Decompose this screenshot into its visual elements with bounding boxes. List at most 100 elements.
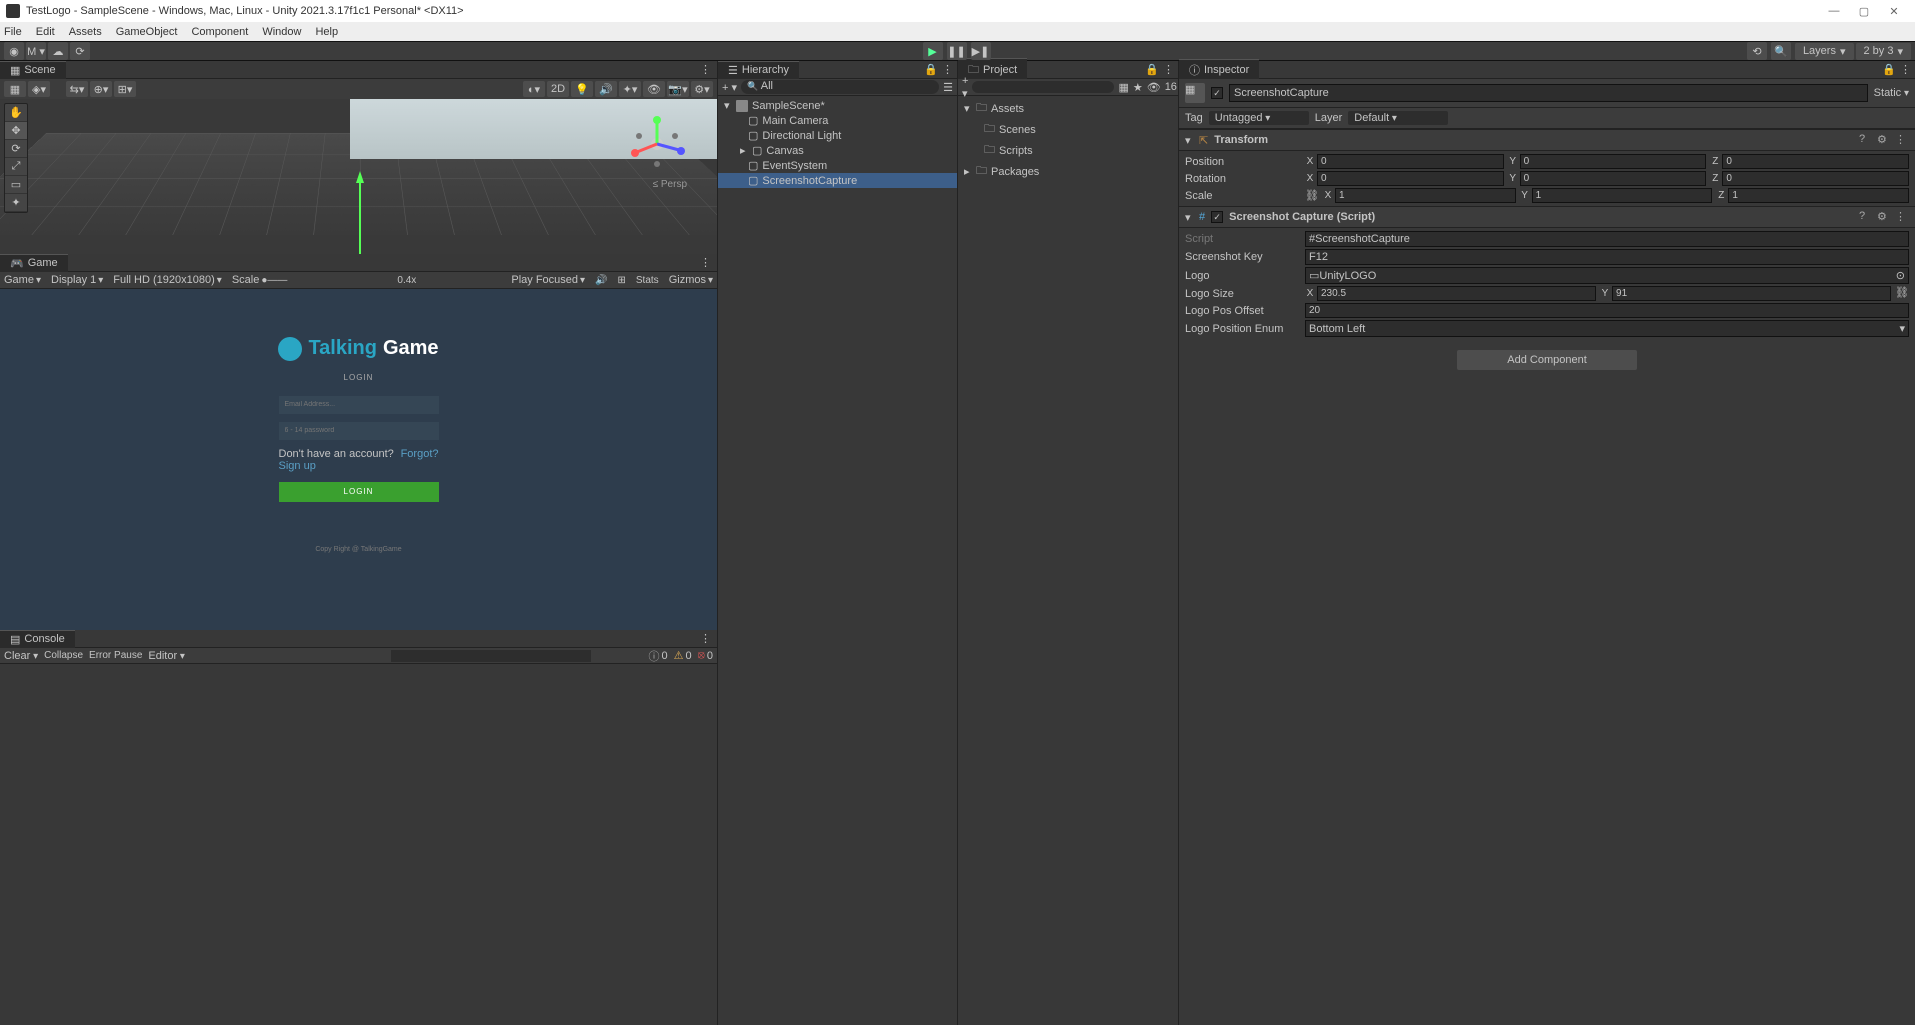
menu-assets[interactable]: Assets [69, 26, 102, 38]
game-tab[interactable]: 🎮Game [0, 254, 68, 272]
static-dropdown[interactable]: Static ▾ [1874, 87, 1909, 99]
inspector-lock-icon[interactable]: 🔒 [1882, 63, 1896, 76]
menu-window[interactable]: Window [262, 26, 301, 38]
hierarchy-item-camera[interactable]: ▢Main Camera [718, 113, 957, 128]
rotation-z-input[interactable] [1722, 171, 1909, 186]
position-x-input[interactable] [1317, 154, 1504, 169]
help-icon[interactable]: ? [1859, 133, 1873, 147]
resolution-dropdown[interactable]: Full HD (1920x1080) ▾ [113, 274, 222, 286]
layers-dropdown[interactable]: Layers ▾ [1795, 43, 1854, 60]
rect-tool[interactable]: ▭ [5, 176, 27, 194]
scripts-folder[interactable]: 🗀Scripts [958, 140, 1178, 161]
manage-button[interactable]: M ▾ [26, 42, 46, 60]
draw-mode-button[interactable]: ◈▾ [28, 81, 50, 97]
rotate-tool[interactable]: ⟳ [5, 140, 27, 158]
collapse-button[interactable]: Collapse [44, 650, 83, 661]
component-menu-icon[interactable]: ⋮ [1895, 133, 1909, 147]
scale-y-input[interactable] [1532, 188, 1713, 203]
view-tool-button[interactable]: ▦ [4, 81, 26, 97]
scale-x-input[interactable] [1335, 188, 1516, 203]
help-icon[interactable]: ? [1859, 210, 1873, 224]
search-button[interactable]: 🔍 [1771, 42, 1791, 60]
gameobject-cube-icon[interactable]: ▦ [1185, 83, 1205, 103]
play-button[interactable]: ▶ [923, 42, 943, 60]
forgot-link[interactable]: Forgot? [401, 448, 439, 472]
email-input[interactable] [279, 396, 439, 414]
clear-button[interactable]: Clear ▾ [4, 650, 38, 662]
hierarchy-item-eventsystem[interactable]: ▢EventSystem [718, 158, 957, 173]
position-z-input[interactable] [1722, 154, 1909, 169]
hierarchy-item-light[interactable]: ▢Directional Light [718, 128, 957, 143]
rotation-x-input[interactable] [1317, 171, 1504, 186]
scale-tool[interactable]: ⤢ [5, 158, 27, 176]
constrain-icon[interactable]: ⛓ [1305, 189, 1319, 202]
game-dropdown[interactable]: Game ▾ [4, 274, 41, 286]
pivot-button[interactable]: ⇆▾ [66, 81, 88, 97]
console-search[interactable] [391, 650, 591, 662]
scene-root[interactable]: ▾SampleScene* [718, 98, 957, 113]
project-search[interactable] [972, 81, 1114, 93]
inspector-menu-icon[interactable]: ⋮ [1900, 63, 1911, 76]
hierarchy-search[interactable]: 🔍 All [741, 80, 939, 94]
component-menu-icon[interactable]: ⋮ [1895, 210, 1909, 224]
error-pause-button[interactable]: Error Pause [89, 650, 142, 661]
fx-button[interactable]: ✦▾ [619, 81, 641, 97]
login-button[interactable]: LOGIN [279, 482, 439, 502]
hidden-button[interactable]: 👁 [643, 81, 665, 97]
display-dropdown[interactable]: Display 1 ▾ [51, 274, 103, 286]
project-menu-icon[interactable]: ⋮ [1163, 63, 1174, 76]
hierarchy-item-canvas[interactable]: ▸▢Canvas [718, 143, 957, 158]
active-checkbox[interactable] [1211, 87, 1223, 99]
perspective-label[interactable]: ≤ Persp [653, 179, 687, 190]
lighting-button[interactable]: 💡 [571, 81, 593, 97]
console-menu-icon[interactable]: ⋮ [694, 632, 717, 645]
hand-tool[interactable]: ✋ [5, 104, 27, 122]
object-picker-icon[interactable]: ⊙ [1896, 269, 1905, 282]
scene-menu-icon[interactable]: ⋮ [694, 63, 717, 76]
gameobject-name-input[interactable] [1229, 84, 1868, 102]
script-enabled-checkbox[interactable] [1211, 211, 1223, 223]
info-count[interactable]: ⓘ0 [648, 648, 667, 664]
gizmos-scene-button[interactable]: ⚙▾ [691, 81, 713, 97]
preset-icon[interactable]: ⚙ [1877, 210, 1891, 224]
move-tool[interactable]: ✥ [5, 122, 27, 140]
hierarchy-item-screenshotcapture[interactable]: ▢ScreenshotCapture [718, 173, 957, 188]
error-count[interactable]: ⦻0 [698, 648, 713, 664]
constrain-icon[interactable]: ⛓ [1895, 286, 1909, 301]
minimize-button[interactable]: — [1819, 5, 1849, 17]
undo-history-button[interactable]: ⟳ [70, 42, 90, 60]
2d-button[interactable]: 2D [547, 81, 569, 97]
transform-header[interactable]: ▾ ⇱ Transform ?⚙⋮ [1179, 129, 1915, 151]
favorite-icon[interactable]: ★ [1133, 81, 1143, 94]
add-component-button[interactable]: Add Component [1457, 350, 1637, 370]
audio-button[interactable]: 🔊 [595, 81, 617, 97]
project-lock-icon[interactable]: 🔒 [1145, 63, 1159, 76]
inspector-tab[interactable]: ⓘInspector [1179, 59, 1259, 80]
undo-button[interactable]: ⟲ [1747, 42, 1767, 60]
hierarchy-tab[interactable]: ☰Hierarchy [718, 61, 799, 79]
console-tab[interactable]: ▤Console [0, 630, 75, 648]
grid-button[interactable]: ⊞▾ [114, 81, 136, 97]
mute-button[interactable]: 🔊 [595, 275, 607, 286]
password-input[interactable] [279, 422, 439, 440]
cloud-button[interactable]: ☁ [48, 42, 68, 60]
hierarchy-lock-icon[interactable]: 🔒 [924, 63, 938, 76]
create-button[interactable]: + ▾ [722, 81, 737, 94]
menu-edit[interactable]: Edit [36, 26, 55, 38]
pause-button[interactable]: ❚❚ [947, 42, 967, 60]
shading-button[interactable]: ◐▾ [523, 81, 545, 97]
editor-dropdown[interactable]: Editor ▾ [148, 650, 185, 662]
orientation-gizmo[interactable] [627, 114, 687, 174]
scale-z-input[interactable] [1728, 188, 1909, 203]
signup-link[interactable]: Sign up [279, 460, 316, 472]
vsync-button[interactable]: ⊞ [618, 275, 626, 286]
game-menu-icon[interactable]: ⋮ [694, 256, 717, 269]
step-button[interactable]: ▶❚ [971, 42, 991, 60]
menu-gameobject[interactable]: GameObject [116, 26, 178, 38]
play-focused-dropdown[interactable]: Play Focused ▾ [511, 274, 585, 286]
hierarchy-filter-icon[interactable]: ☰ [943, 81, 953, 94]
logo-size-y-input[interactable] [1612, 286, 1891, 301]
rotation-y-input[interactable] [1520, 171, 1707, 186]
account-button[interactable]: ◉ [4, 42, 24, 60]
scene-tab[interactable]: ▦Scene [0, 61, 66, 79]
